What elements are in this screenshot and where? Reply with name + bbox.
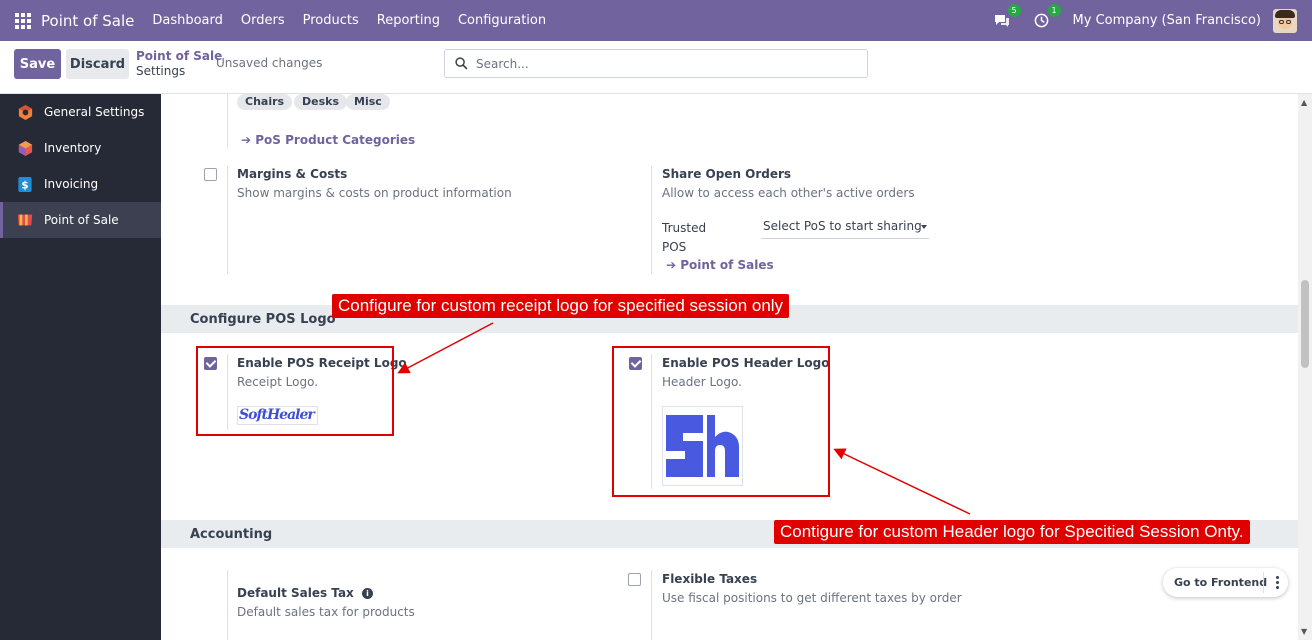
tag-chairs[interactable]: Chairs [237,94,293,110]
control-panel: Save Discard Point of Sale Settings Unsa… [0,41,1312,94]
arrow-right-icon: ➔ [666,258,677,272]
arrow-right-icon: ➔ [241,133,252,147]
scroll-down-icon[interactable]: ▼ [1301,627,1307,636]
unsaved-status: Unsaved changes [216,56,323,70]
sidebar-item-label: Point of Sale [44,213,119,227]
activity-badge: 1 [1047,3,1061,17]
menu-orders[interactable]: Orders [241,13,285,28]
sidebar-item-label: Invoicing [44,177,99,191]
trusted-pos-select[interactable]: Select PoS to start sharing [761,219,929,239]
invoicing-icon: $ [16,175,34,193]
margins-description: Show margins & costs on product informat… [237,186,512,200]
sidebar-item-general-settings[interactable]: General Settings [0,94,161,130]
sidebar-item-label: Inventory [44,141,102,155]
menu-reporting[interactable]: Reporting [377,13,440,28]
breadcrumb-current: Settings [136,64,186,78]
point-of-sales-link[interactable]: ➔ Point of Sales [666,258,774,272]
trusted-pos-label: Trusted POS [662,221,707,254]
search-bar[interactable] [444,49,868,78]
discard-button[interactable]: Discard [66,49,129,79]
breadcrumb-parent[interactable]: Point of Sale [136,49,222,63]
go-to-frontend-button[interactable]: Go to Frontend [1163,568,1288,597]
header-callout: Contigure for custom Header logo for Spe… [774,520,1250,544]
sidebar-item-point-of-sale[interactable]: Point of Sale [0,202,161,238]
pos-categories-link[interactable]: ➔ PoS Product Categories [241,133,415,147]
share-orders-title: Share Open Orders [662,167,792,181]
save-button[interactable]: Save [14,49,61,79]
tag-desks[interactable]: Desks [294,94,348,110]
search-input[interactable] [476,56,846,71]
dropdown-caret-icon [921,225,927,229]
messages-badge: 5 [1007,3,1021,17]
margins-checkbox[interactable] [204,168,217,181]
scroll-thumb[interactable] [1301,280,1309,368]
settings-sidebar: General Settings Inventory $ Invoicing P… [0,94,161,640]
apps-grid-icon[interactable] [15,12,31,29]
category-tags: Chairs Desks Misc [237,94,437,110]
share-orders-description: Allow to access each other's active orde… [662,186,915,200]
receipt-highlight-box [196,346,394,436]
margins-title: Margins & Costs [237,167,348,181]
logo-section-title: Configure POS Logo [190,312,336,327]
flexible-taxes-description: Use fiscal positions to get different ta… [662,591,962,605]
activity-clock-icon[interactable]: 1 [1033,3,1061,30]
top-navbar: Point of Sale Dashboard Orders Products … [0,0,1312,41]
info-icon[interactable]: i [361,588,373,599]
more-options-icon[interactable] [1276,576,1279,589]
accounting-section-title: Accounting [190,527,273,542]
messages-icon[interactable]: 5 [993,3,1021,30]
search-icon [455,57,468,70]
sidebar-item-inventory[interactable]: Inventory [0,130,161,166]
inventory-icon [16,139,34,157]
sidebar-item-invoicing[interactable]: $ Invoicing [0,166,161,202]
page-scrollbar[interactable]: ▲ ▼ [1298,94,1312,640]
app-brand[interactable]: Point of Sale [41,12,134,30]
point-of-sale-icon [16,211,34,229]
tag-misc[interactable]: Misc [346,94,390,110]
menu-products[interactable]: Products [303,13,359,28]
flexible-taxes-title: Flexible Taxes [662,572,758,586]
menu-configuration[interactable]: Configuration [458,13,546,28]
general-settings-icon [16,103,34,121]
receipt-callout: Configure for custom receipt logo for sp… [332,294,790,318]
svg-text:$: $ [21,179,28,191]
user-avatar[interactable] [1273,8,1297,33]
sidebar-item-label: General Settings [44,105,145,119]
flexible-taxes-checkbox[interactable] [628,573,641,586]
sales-tax-title: Default Sales Tax i [237,586,373,600]
scroll-up-icon[interactable]: ▲ [1301,98,1307,107]
menu-dashboard[interactable]: Dashboard [152,13,223,28]
company-switcher[interactable]: My Company (San Francisco) [1073,13,1261,28]
header-highlight-box [612,346,830,497]
sales-tax-description: Default sales tax for products [237,605,415,619]
